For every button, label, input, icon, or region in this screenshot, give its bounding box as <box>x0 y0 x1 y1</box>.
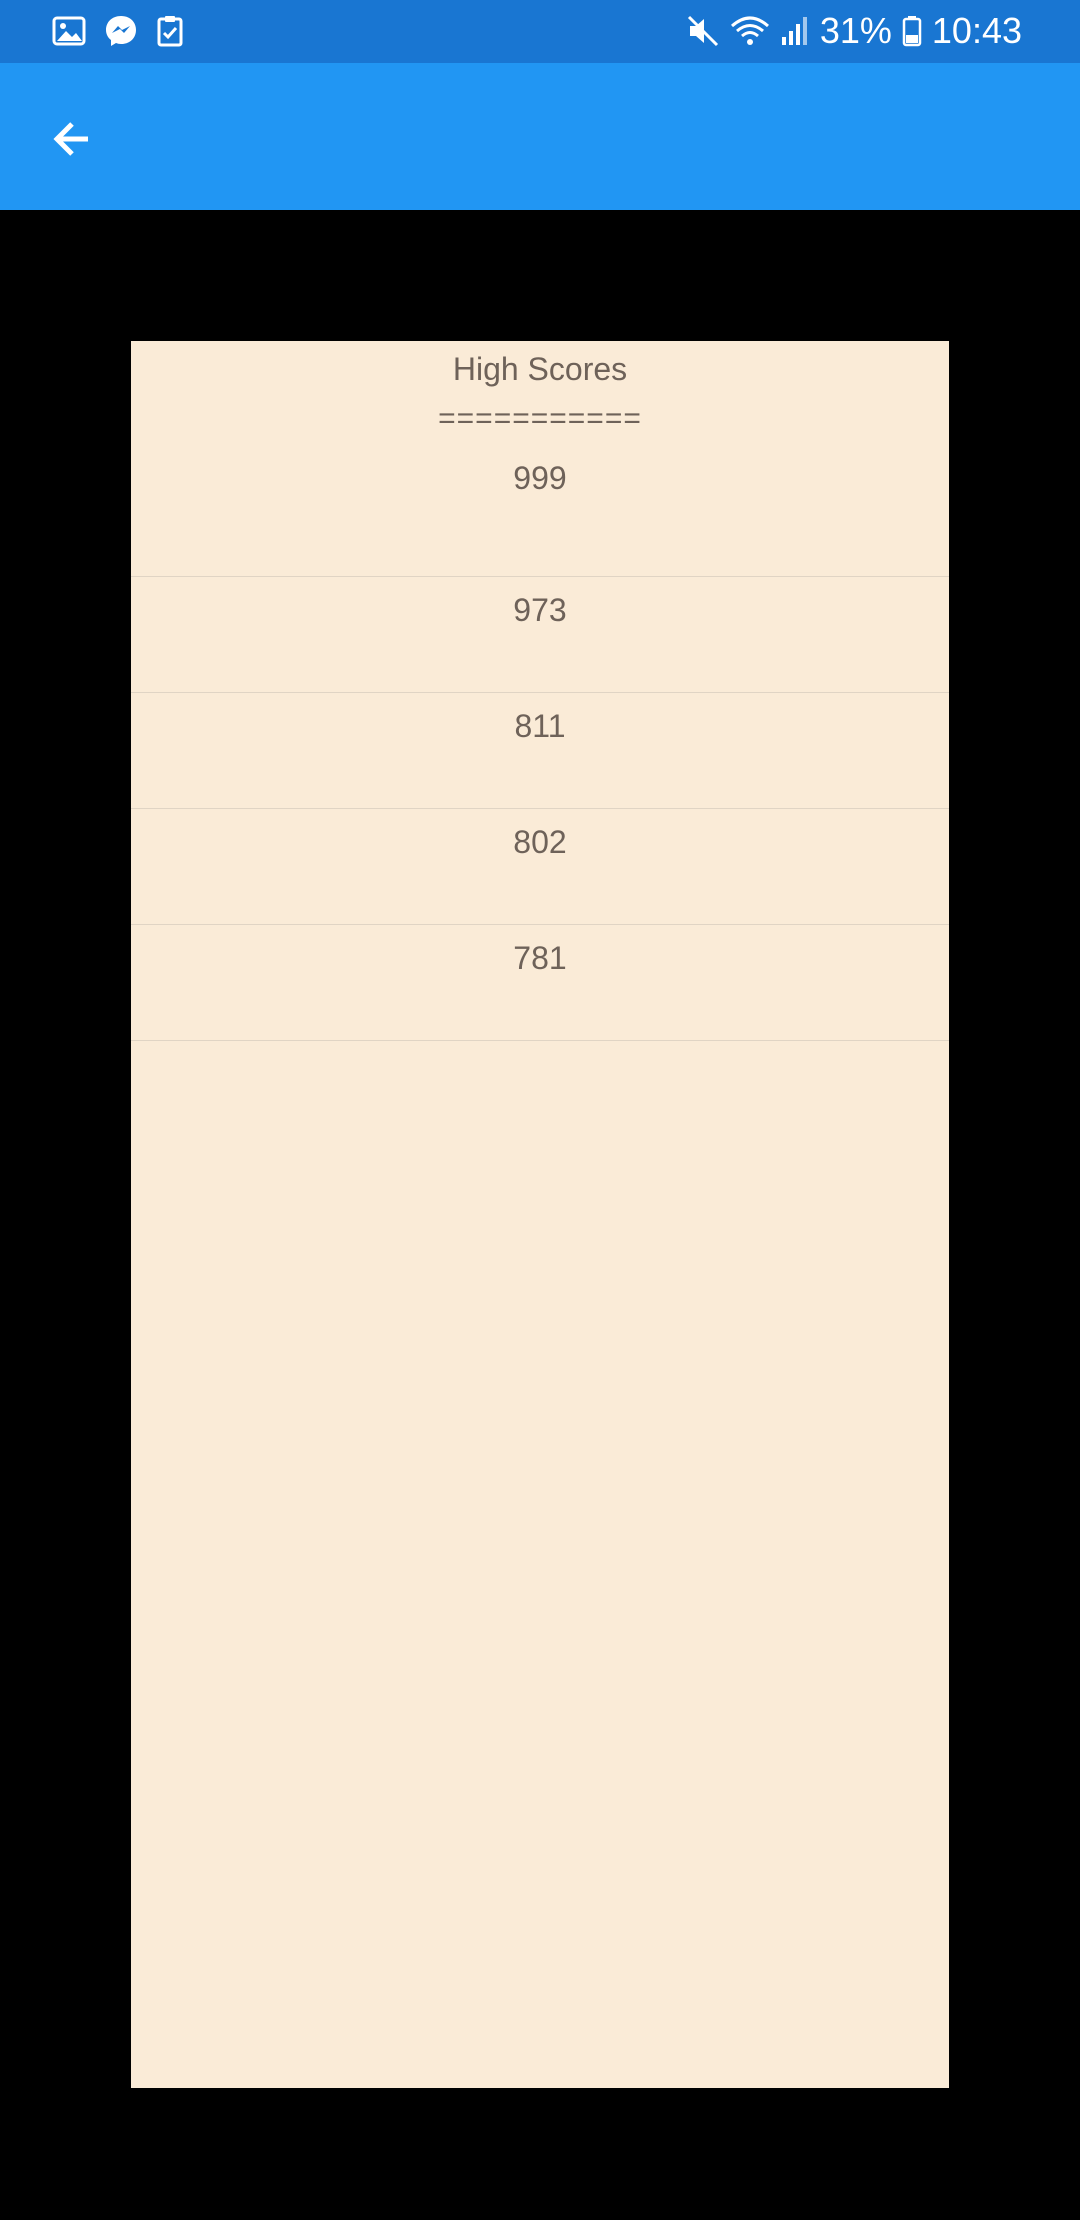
score-list[interactable]: 999 973 811 802 781 <box>131 458 949 1041</box>
title-separator: =========== <box>438 402 642 435</box>
score-row[interactable]: 781 <box>131 925 949 1041</box>
wifi-icon <box>730 14 770 48</box>
app-bar <box>0 63 1080 210</box>
score-value: 781 <box>513 940 567 976</box>
battery-percent: 31% <box>819 10 892 51</box>
system-status: 31% 10:43 <box>686 10 1022 52</box>
mute-icon <box>686 14 720 48</box>
battery-icon <box>902 15 922 47</box>
clipboard-check-icon <box>156 15 184 47</box>
score-row[interactable]: 811 <box>131 693 949 809</box>
notification-icons <box>52 14 184 48</box>
score-value: 802 <box>513 824 567 860</box>
score-row[interactable]: 802 <box>131 809 949 925</box>
score-row[interactable]: 973 <box>131 577 949 693</box>
back-button[interactable] <box>36 105 108 177</box>
panel-title: High Scores <box>452 351 628 387</box>
signal-icon <box>780 15 810 47</box>
score-value: 811 <box>514 708 566 744</box>
gallery-icon <box>52 16 86 46</box>
clock: 10:43 <box>931 10 1022 51</box>
arrow-left-icon <box>48 115 96 168</box>
status-bar: 31% 10:43 <box>0 0 1080 63</box>
score-row[interactable]: 999 <box>131 458 949 577</box>
high-scores-panel: High Scores =========== 999 973 811 802 … <box>131 341 949 2088</box>
score-value: 999 <box>513 460 567 496</box>
messenger-icon <box>104 14 138 48</box>
score-value: 973 <box>513 592 567 628</box>
